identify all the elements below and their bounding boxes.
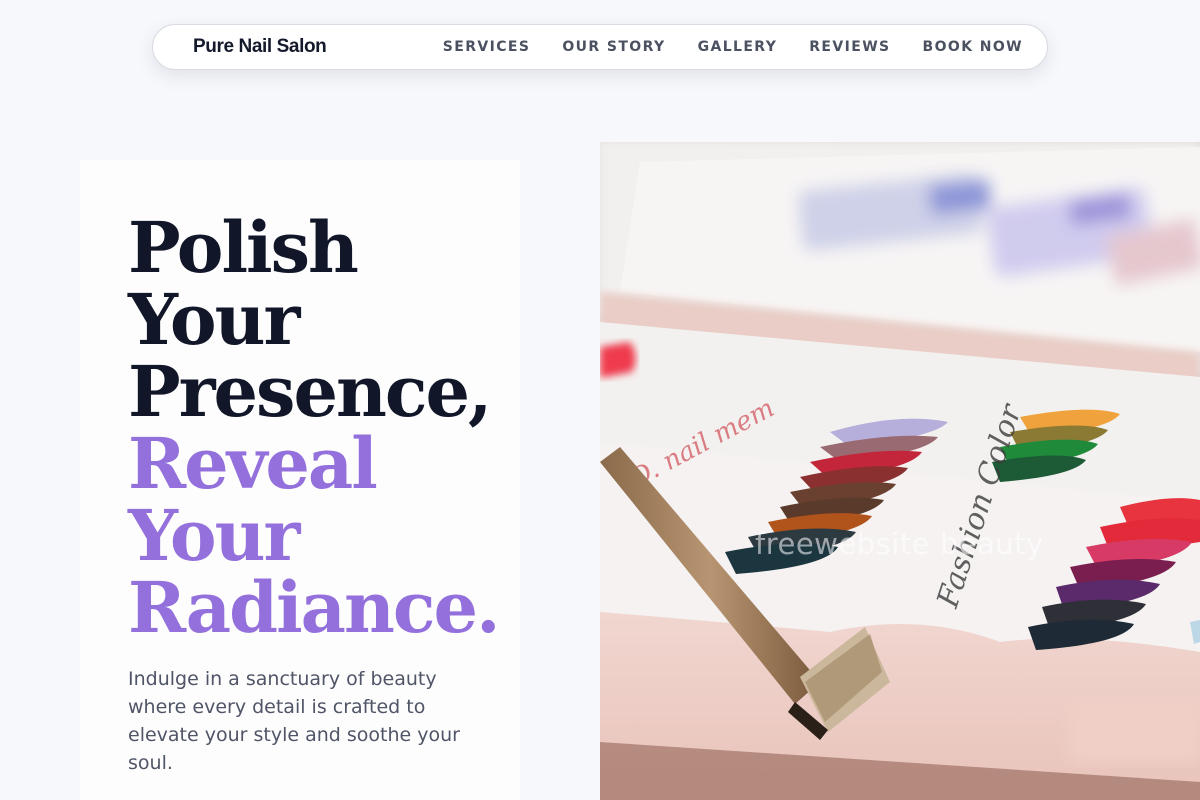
top-navigation: Pure Nail Salon SERVICES OUR STORY GALLE… [152,24,1048,70]
nav-link-book-now[interactable]: BOOK NOW [923,39,1023,55]
nav-link-gallery[interactable]: GALLERY [698,39,778,55]
watermark-text: freewebsite beauty [755,527,1044,561]
nav-links: SERVICES OUR STORY GALLERY REVIEWS BOOK … [443,39,1023,55]
hero-subtext: Indulge in a sanctuary of beauty where e… [128,668,460,774]
headline-line: Polish [128,206,359,289]
brand-logo[interactable]: Pure Nail Salon [193,36,327,58]
nav-link-reviews[interactable]: REVIEWS [809,39,890,55]
hero-headline: Polish Your Presence, Reveal Your Radian… [128,212,508,644]
headline-accent-line: Reveal [128,422,378,505]
headline-line: Your [128,278,300,361]
hero-photo: D. nail mem Fashion Color freewebsite be… [600,142,1200,800]
nail-swatch-photo: D. nail mem Fashion Color [600,142,1200,800]
headline-accent-line: Your [128,494,300,577]
headline-line: Presence, [128,350,492,433]
hero-card: Polish Your Presence, Reveal Your Radian… [80,160,520,800]
nav-link-our-story[interactable]: OUR STORY [562,39,665,55]
nav-link-services[interactable]: SERVICES [443,39,531,55]
headline-accent-line: Radiance. [128,566,500,649]
